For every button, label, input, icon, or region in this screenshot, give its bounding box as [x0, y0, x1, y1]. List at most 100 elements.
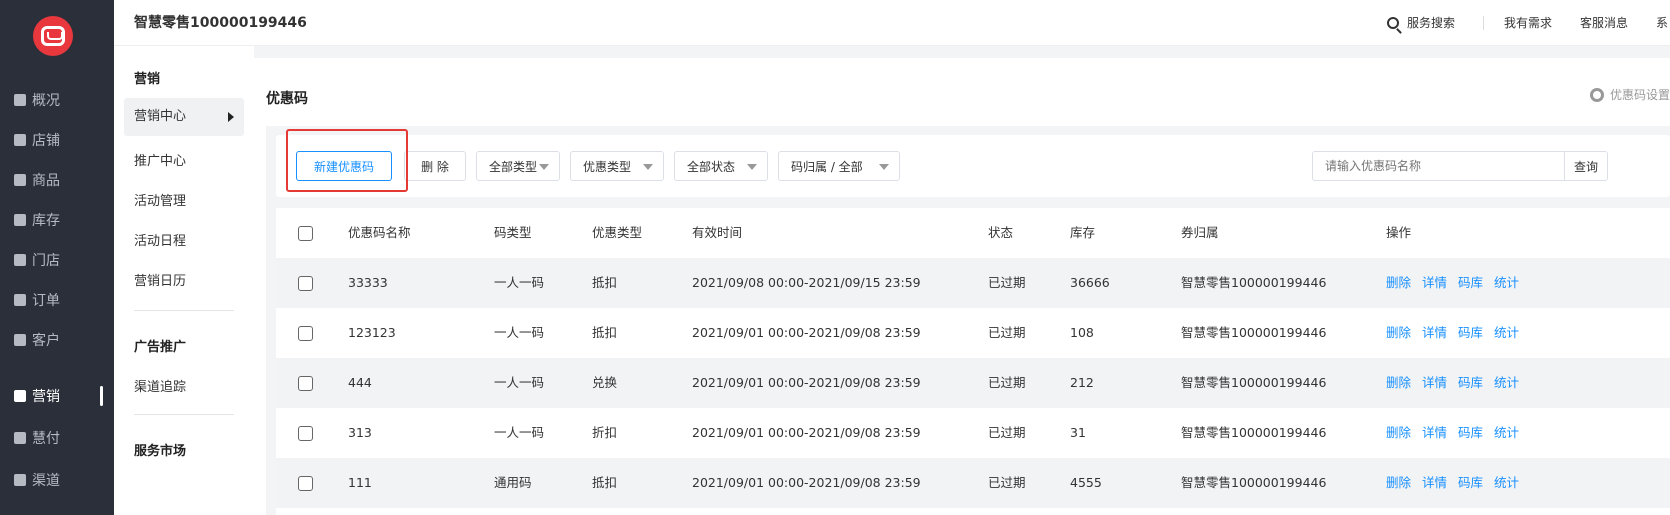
logo-icon[interactable] — [33, 16, 73, 56]
customer-icon — [14, 334, 26, 346]
subnav-item-channel-tracking[interactable]: 渠道追踪 — [134, 376, 186, 395]
nav-item-shop[interactable]: 门店 — [14, 250, 60, 270]
row-checkbox[interactable] — [298, 476, 313, 491]
detail-link[interactable]: 详情 — [1422, 258, 1447, 308]
code-library-link[interactable]: 码库 — [1458, 408, 1483, 458]
code-library-link[interactable]: 码库 — [1458, 458, 1483, 508]
subnav-group-service-market: 服务市场 — [134, 444, 187, 459]
row-actions: 删除 详情 码库 统计 — [1386, 258, 1530, 308]
sub-nav: 营销 营销中心 推广中心 活动管理 活动日程 营销日历 广告推广 渠道追踪 服务… — [114, 46, 254, 515]
owner-filter-select[interactable]: 码归属 / 全部 — [778, 151, 900, 181]
system-link[interactable]: 系 — [1656, 14, 1668, 31]
subnav-item-promotion-center[interactable]: 推广中心 — [134, 150, 186, 169]
chevron-down-icon — [879, 164, 889, 170]
inventory-icon — [14, 214, 26, 226]
nav-item-store[interactable]: 店铺 — [14, 130, 60, 150]
row-checkbox[interactable] — [298, 426, 313, 441]
status-filter-select[interactable]: 全部状态 — [674, 151, 768, 181]
cell-discount-type: 折扣 — [592, 425, 618, 440]
cell-code-type: 一人一码 — [494, 275, 545, 290]
cell-valid-time: 2021/09/01 00:00-2021/09/08 23:59 — [692, 475, 921, 490]
nav-item-inventory[interactable]: 库存 — [14, 210, 60, 230]
nav-item-goods[interactable]: 商品 — [14, 170, 60, 190]
row-checkbox[interactable] — [298, 326, 313, 341]
channel-icon — [14, 474, 26, 486]
nav-item-pay[interactable]: 慧付 — [14, 428, 60, 448]
service-search-link[interactable]: 服务搜索 — [1386, 14, 1455, 31]
cell-owner: 智慧零售100000199446 — [1181, 425, 1327, 440]
cell-status: 已过期 — [988, 375, 1026, 390]
cell-owner: 智慧零售100000199446 — [1181, 275, 1327, 290]
nav-item-overview[interactable]: 概况 — [14, 90, 60, 110]
delete-link[interactable]: 删除 — [1386, 408, 1411, 458]
order-icon — [14, 294, 26, 306]
chevron-down-icon — [643, 164, 653, 170]
subnav-item-marketing-center[interactable]: 营销中心 — [124, 98, 244, 136]
cell-status: 已过期 — [988, 275, 1026, 290]
delete-link[interactable]: 删除 — [1386, 458, 1411, 508]
cell-code-type: 一人一码 — [494, 425, 545, 440]
discount-type-select[interactable]: 优惠类型 — [570, 151, 664, 181]
service-message-link[interactable]: 客服消息 — [1580, 14, 1628, 31]
row-actions: 删除 详情 码库 统计 — [1386, 308, 1530, 358]
nav-item-channel[interactable]: 渠道 — [14, 470, 60, 490]
nav-active-indicator — [100, 386, 103, 406]
detail-link[interactable]: 详情 — [1422, 358, 1447, 408]
header-actions: 操作 — [1386, 225, 1412, 240]
my-needs-link[interactable]: 我有需求 — [1504, 14, 1552, 31]
nav-item-marketing[interactable]: 营销 — [14, 386, 60, 406]
detail-link[interactable]: 详情 — [1422, 308, 1447, 358]
select-all-checkbox[interactable] — [298, 226, 313, 241]
statistics-link[interactable]: 统计 — [1494, 358, 1519, 408]
row-checkbox[interactable] — [298, 376, 313, 391]
type-filter-select[interactable]: 全部类型 — [476, 151, 560, 181]
subnav-item-activity-schedule[interactable]: 活动日程 — [134, 230, 186, 249]
divider — [1482, 15, 1484, 30]
code-library-link[interactable]: 码库 — [1458, 358, 1483, 408]
cell-name: 111 — [348, 475, 372, 490]
subnav-item-marketing-calendar[interactable]: 营销日历 — [134, 270, 186, 289]
gear-icon — [1589, 87, 1604, 102]
shop-icon — [14, 254, 26, 266]
nav-item-order[interactable]: 订单 — [14, 290, 60, 310]
table-header-row: 优惠码名称 码类型 优惠类型 有效时间 状态 库存 券归属 操作 — [276, 208, 1670, 258]
cell-valid-time: 2021/09/01 00:00-2021/09/08 23:59 — [692, 425, 921, 440]
statistics-link[interactable]: 统计 — [1494, 308, 1519, 358]
query-button[interactable]: 查询 — [1564, 151, 1608, 181]
code-library-link[interactable]: 码库 — [1458, 308, 1483, 358]
cell-owner: 智慧零售100000199446 — [1181, 475, 1327, 490]
brand-title: 智慧零售100000199446 — [134, 15, 307, 31]
nav-item-customer[interactable]: 客户 — [14, 330, 60, 350]
caret-right-icon — [228, 112, 234, 122]
detail-link[interactable]: 详情 — [1422, 408, 1447, 458]
subnav-item-activity-manage[interactable]: 活动管理 — [134, 190, 186, 209]
cell-name: 123123 — [348, 325, 396, 340]
delete-link[interactable]: 删除 — [1386, 258, 1411, 308]
header-owner: 券归属 — [1181, 225, 1219, 240]
row-checkbox[interactable] — [298, 276, 313, 291]
coupon-settings-link[interactable]: 优惠码设置 — [1589, 86, 1670, 103]
cell-code-type: 一人一码 — [494, 325, 545, 340]
coupon-table: 优惠码名称 码类型 优惠类型 有效时间 状态 库存 券归属 操作 33333 一… — [276, 208, 1670, 515]
statistics-link[interactable]: 统计 — [1494, 408, 1519, 458]
cell-valid-time: 2021/09/01 00:00-2021/09/08 23:59 — [692, 375, 921, 390]
cell-code-type: 通用码 — [494, 475, 532, 490]
cell-stock: 36666 — [1070, 275, 1110, 290]
detail-link[interactable]: 详情 — [1422, 458, 1447, 508]
statistics-link[interactable]: 统计 — [1494, 258, 1519, 308]
search-icon — [1386, 16, 1399, 29]
coupon-name-search-input[interactable] — [1312, 151, 1564, 181]
delete-link[interactable]: 删除 — [1386, 358, 1411, 408]
delete-button[interactable]: 删 除 — [404, 151, 466, 181]
code-library-link[interactable]: 码库 — [1458, 258, 1483, 308]
statistics-link[interactable]: 统计 — [1494, 458, 1519, 508]
header-code-type: 码类型 — [494, 225, 532, 240]
delete-link[interactable]: 删除 — [1386, 308, 1411, 358]
chart-icon — [14, 390, 26, 402]
toolbar: 新建优惠码 删 除 全部类型 优惠类型 全部状态 码归属 / 全部 查询 — [276, 135, 1670, 197]
subnav-group-marketing: 营销 — [134, 72, 161, 87]
pay-icon — [14, 432, 26, 444]
cell-stock: 212 — [1070, 375, 1094, 390]
cell-name: 313 — [348, 425, 372, 440]
header-name: 优惠码名称 — [348, 225, 411, 240]
